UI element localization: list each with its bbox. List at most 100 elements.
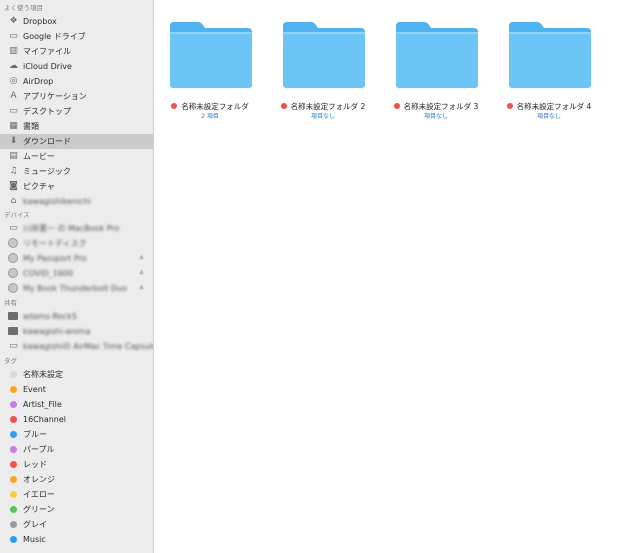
sidebar-item[interactable]: kawagishi-anima [0,324,153,339]
sidebar-item-label: レッド [23,460,47,469]
tag-color-dot [10,416,17,423]
tag-color-dot [10,536,17,543]
sidebar-item[interactable]: 16Channel [0,412,153,427]
tag-dot [393,103,400,109]
folder-icon: ▭ [9,31,18,41]
sidebar-item-label: ムービー [23,152,55,161]
sidebar-item[interactable]: ▦ 書類 [0,119,153,134]
sidebar-item[interactable]: ▭ デスクトップ [0,104,153,119]
folder-name[interactable]: 名称未設定フォルダ 3 [380,102,492,112]
folder-item-count: 項目なし [310,113,335,120]
sidebar-item[interactable]: adams-RockS [0,309,153,324]
tag-color-dot [10,386,17,393]
folder-icon[interactable] [281,18,367,90]
sidebar-item[interactable]: グレイ [0,517,153,532]
download-icon: ⬇ [9,136,18,146]
sidebar-item[interactable]: ⬇ ダウンロード [0,134,153,149]
sidebar-item-label: ダウンロード [23,137,71,146]
sidebar-item[interactable]: ▭ Google ドライブ [0,29,153,44]
sidebar-item[interactable]: ▭ 川岸憲一 の MacBook Pro [0,221,153,236]
sidebar-item-label: AirDrop [23,77,54,86]
tag-color-dot [10,371,17,378]
sidebar-item-label: ミュージック [23,167,71,176]
sidebar-item-label: Event [23,385,46,394]
sidebar-item-label: adams-RockS [23,312,77,321]
sidebar-item-label: オレンジ [23,475,55,484]
sidebar-item-label: kawagishikenichi [23,197,91,206]
folder-item-count: 2 項目 [201,113,219,120]
tag-dot [506,103,513,109]
sidebar-item[interactable]: ◙ ピクチャ [0,179,153,194]
sidebar-item-label: COVID_1600 [23,269,74,278]
folder-name-text: 名称未設定フォルダ 2 [290,102,366,111]
sidebar-item[interactable]: リモートディスク [0,236,153,251]
sidebar-item[interactable]: Music [0,532,153,547]
disc-icon [8,238,19,249]
sidebar-item-label: ピクチャ [23,182,55,191]
sidebar-item[interactable]: ☁ iCloud Drive [0,59,153,74]
sidebar-item[interactable]: My Book Thunderbolt Duo ≙ [0,281,153,296]
sidebar-item-label: グレイ [23,520,47,529]
sidebar-item[interactable]: COVID_1600 ≙ [0,266,153,281]
folder-name[interactable]: 名称未設定フォルダ 2 [267,102,379,112]
folder-icon[interactable] [507,18,593,90]
sidebar-item[interactable]: 名称未設定 [0,367,153,382]
sidebar-item-label: Artist_File [23,400,62,409]
sidebar-section-header: 共有 [4,299,17,307]
computer-icon [8,326,19,337]
airdrop-icon: ◎ [9,76,18,86]
sidebar-item[interactable]: グリーン [0,502,153,517]
sidebar-item[interactable]: ブルー [0,427,153,442]
sidebar-item[interactable]: Event [0,382,153,397]
sidebar-item[interactable]: ♫ ミュージック [0,164,153,179]
sidebar-item-label: Music [23,535,46,544]
all-files-icon: ▥ [9,46,18,56]
folder-item[interactable]: 名称未設定フォルダ 3 項目なし [380,18,492,128]
folder-name[interactable]: 名称未設定フォルダ 4 [493,102,605,112]
sidebar-item[interactable]: ▤ ムービー [0,149,153,164]
sidebar-item[interactable]: ▭ kawagishiの AirMac Time Capsule [0,339,153,354]
folder-item-count: 項目なし [423,113,448,120]
documents-icon: ▦ [9,121,18,131]
folder-name[interactable]: 名称未設定フォルダ [154,102,266,112]
folder-item-count: 項目なし [536,113,561,120]
sidebar-item[interactable]: イエロー [0,487,153,502]
sidebar-item-label: グリーン [23,505,55,514]
time-capsule-icon: ▭ [9,341,18,351]
folder-name-text: 名称未設定フォルダ 4 [516,102,592,111]
sidebar-item-label: kawagishiの AirMac Time Capsule [23,342,154,351]
cloud-icon: ☁ [9,61,18,71]
folder-name-text: 名称未設定フォルダ 3 [403,102,479,111]
file-browser-area[interactable]: 名称未設定フォルダ 2 項目 名称未設定フォルダ 2 項目なし 名称未設定フォルダ … [154,0,640,553]
sidebar-item-label: 16Channel [23,415,67,424]
folder-item[interactable]: 名称未設定フォルダ 2 項目 [154,18,266,128]
sidebar: よく使う項目 ❖ Dropbox ▭ Google ドライブ ▥ マイファイル ☁ iCloud… [0,0,154,553]
sidebar-section-header: よく使う項目 [4,4,43,12]
folder-item[interactable]: 名称未設定フォルダ 2 項目なし [267,18,379,128]
sidebar-item-label: 名称未設定 [23,370,63,379]
folder-icon[interactable] [168,18,254,90]
sidebar-item[interactable]: パープル [0,442,153,457]
eject-icon[interactable]: ≙ [139,281,144,296]
sidebar-item[interactable]: ⌂ kawagishikenichi [0,194,153,209]
tag-color-dot [10,446,17,453]
sidebar-section-header: デバイス [4,211,30,219]
folder-item[interactable]: 名称未設定フォルダ 4 項目なし [493,18,605,128]
sidebar-item[interactable]: レッド [0,457,153,472]
tag-color-dot [10,491,17,498]
sidebar-item[interactable]: ◎ AirDrop [0,74,153,89]
sidebar-item[interactable]: オレンジ [0,472,153,487]
sidebar-item[interactable]: ❖ Dropbox [0,14,153,29]
eject-icon[interactable]: ≙ [139,266,144,281]
folder-icon[interactable] [394,18,480,90]
sidebar-item-label: My Passport Pro [23,254,87,263]
tag-color-dot [10,476,17,483]
eject-icon[interactable]: ≙ [139,251,144,266]
sidebar-item[interactable]: ▥ マイファイル [0,44,153,59]
sidebar-item-label: アプリケーション [23,92,87,101]
drive-icon [8,253,19,264]
sidebar-item[interactable]: A アプリケーション [0,89,153,104]
sidebar-item[interactable]: Artist_File [0,397,153,412]
sidebar-item[interactable]: My Passport Pro ≙ [0,251,153,266]
tag-dot [171,103,178,109]
